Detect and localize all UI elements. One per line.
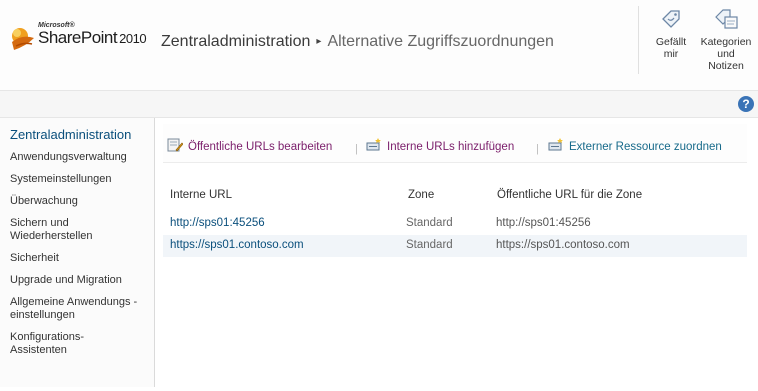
ribbon-strip: ? xyxy=(0,90,758,118)
internal-url-link[interactable]: http://sps01:45256 xyxy=(170,217,265,229)
nav-item-sicherheit[interactable]: Sicherheit xyxy=(10,252,152,265)
add-link-icon xyxy=(366,138,381,151)
public-url-value: https://sps01.contoso.com xyxy=(496,239,630,251)
breadcrumb-root[interactable]: Zentraladministration xyxy=(161,33,310,50)
nav-item-upgrade-migration[interactable]: Upgrade und Migration xyxy=(10,274,152,287)
tags-notes-label: Kategorien und Notizen xyxy=(700,36,752,72)
nav-item-ueberwachung[interactable]: Überwachung xyxy=(10,195,152,208)
zone-value: Standard xyxy=(406,217,453,229)
add-internal-urls-label: Interne URLs hinzufügen xyxy=(387,141,515,153)
map-external-resource-label: Externer Ressource zuordnen xyxy=(569,141,722,153)
column-header-public-url[interactable]: Öffentliche URL für die Zone xyxy=(497,189,642,201)
action-toolbar: Öffentliche URLs bearbeiten | Interne UR… xyxy=(163,124,747,163)
logo-version: 2010 xyxy=(119,31,147,46)
tags-notes-button[interactable]: Kategorien und Notizen xyxy=(700,6,752,72)
public-url-value: http://sps01:45256 xyxy=(496,217,591,229)
column-header-zone[interactable]: Zone xyxy=(408,189,434,201)
quick-launch: Zentraladministration Anwendungsverwaltu… xyxy=(0,118,155,387)
edit-document-icon xyxy=(167,138,183,152)
header-divider xyxy=(638,6,639,74)
column-header-internal-url[interactable]: Interne URL xyxy=(170,189,232,201)
breadcrumb: Zentraladministration ▸ Alternative Zugrif… xyxy=(161,33,554,51)
sharepoint-logo[interactable]: Microsoft® SharePoint 2010 xyxy=(8,22,158,58)
edit-public-urls-label: Öffentliche URLs bearbeiten xyxy=(188,141,333,153)
page-header: Microsoft® SharePoint 2010 Zentraladminis… xyxy=(0,0,758,90)
logo-product-name: SharePoint xyxy=(38,28,118,47)
internal-url-link[interactable]: https://sps01.contoso.com xyxy=(170,239,304,251)
nav-item-anwendungsverwaltung[interactable]: Anwendungsverwaltung xyxy=(10,151,152,164)
nav-item-allgemeine-anwendungseinstellungen[interactable]: Allgemeine Anwendungs - einstellungen xyxy=(10,296,154,322)
like-label: Gefällt mir xyxy=(655,36,687,60)
nav-item-konfigurations-assistenten[interactable]: Konfigurations-Assistenten xyxy=(10,331,110,357)
nav-item-sichern-wiederherstellen[interactable]: Sichern und Wiederherstellen xyxy=(10,217,110,243)
help-icon[interactable]: ? xyxy=(738,96,754,112)
breadcrumb-arrow-icon: ▸ xyxy=(316,36,322,47)
toolbar-separator: | xyxy=(536,143,539,155)
sharepoint-logo-icon xyxy=(12,28,34,50)
nav-item-systemeinstellungen[interactable]: Systemeinstellungen xyxy=(10,173,152,186)
external-resource-icon xyxy=(548,138,563,151)
table-row: https://sps01.contoso.com Standard https… xyxy=(163,235,747,257)
logo-product: SharePoint 2010 xyxy=(38,28,147,48)
page-title: Alternative Zugriffszuordnungen xyxy=(327,33,554,50)
like-button[interactable]: Gefällt mir xyxy=(650,6,692,60)
like-tag-icon xyxy=(662,10,680,28)
table-row: http://sps01:45256 Standard http://sps01… xyxy=(163,213,747,235)
toolbar-separator: | xyxy=(355,143,358,155)
tags-notes-icon xyxy=(715,9,738,29)
nav-title-zentraladministration[interactable]: Zentraladministration xyxy=(10,127,131,142)
zone-value: Standard xyxy=(406,239,453,251)
